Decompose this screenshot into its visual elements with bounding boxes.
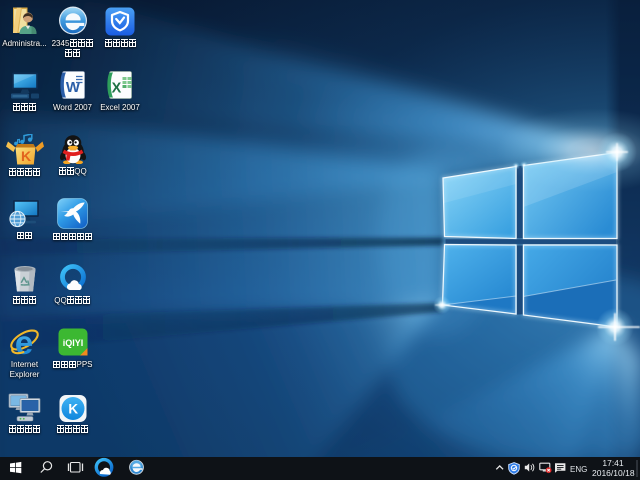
svg-text:W: W bbox=[65, 79, 80, 96]
svg-text:iQIYI: iQIYI bbox=[62, 338, 83, 348]
svg-text:K: K bbox=[68, 401, 78, 416]
svg-text:X: X bbox=[112, 80, 122, 96]
svg-text:K: K bbox=[20, 148, 30, 164]
